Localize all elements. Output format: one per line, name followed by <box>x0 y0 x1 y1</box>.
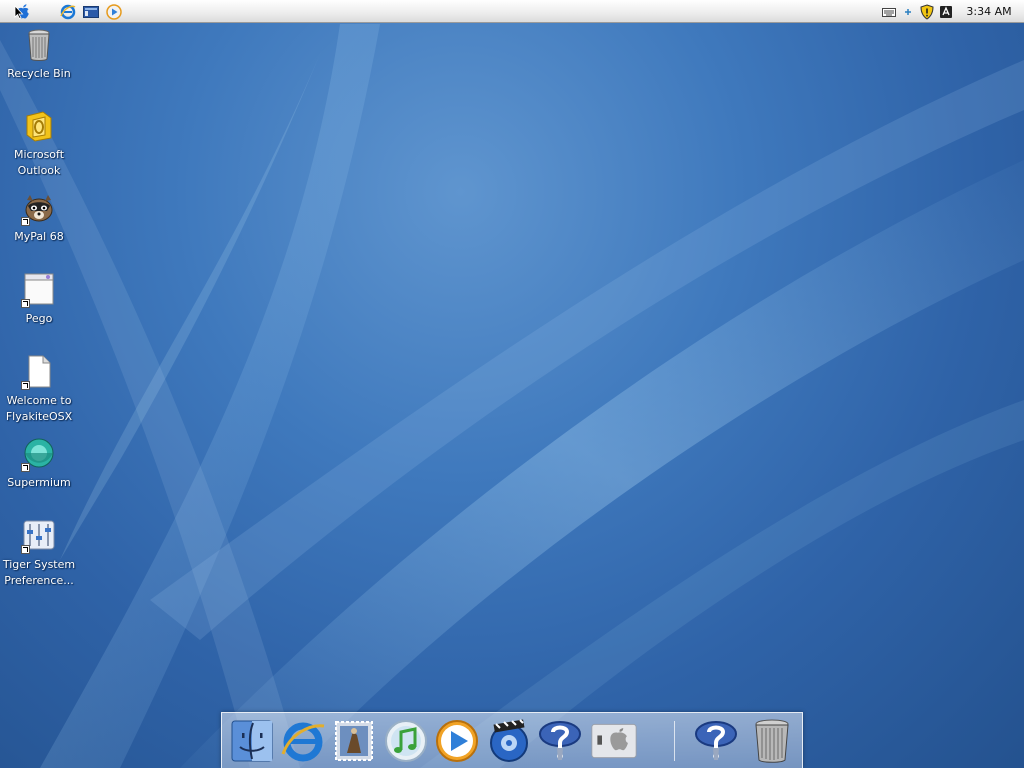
dock-media-player-icon[interactable] <box>433 716 481 766</box>
recycle-bin-icon <box>21 27 57 63</box>
security-shield-icon[interactable] <box>919 3 935 20</box>
outlook-icon <box>21 108 57 144</box>
shortcut-arrow-icon <box>21 545 30 554</box>
dock-mail-stamp-icon[interactable] <box>330 716 378 766</box>
shortcut-arrow-icon <box>21 463 30 472</box>
plus-icon[interactable] <box>900 4 916 20</box>
media-player-icon[interactable] <box>106 3 124 20</box>
document-icon <box>21 354 57 390</box>
desktop-icon-label: MyPal 68 <box>14 230 64 243</box>
system-tray: 3:34 AM <box>878 0 1024 23</box>
dock-trash-icon[interactable] <box>748 716 796 766</box>
dock-help-icon[interactable] <box>536 716 584 766</box>
pego-icon <box>21 272 57 308</box>
dock-system-switch-icon[interactable] <box>590 716 638 766</box>
show-desktop-icon[interactable] <box>83 3 101 20</box>
dock <box>221 712 803 768</box>
supermium-icon <box>21 436 57 472</box>
wallpaper <box>0 24 1024 768</box>
keyboard-icon[interactable] <box>881 4 897 20</box>
shortcut-arrow-icon <box>21 299 30 308</box>
shortcut-arrow-icon <box>21 381 30 390</box>
desktop-icon-pego[interactable]: Pego <box>2 272 76 327</box>
desktop-icon-label: Supermium <box>7 476 71 489</box>
dock-separator <box>674 721 675 761</box>
desktop-icon-label: Pego <box>25 312 53 325</box>
desktop-icon-label: Recycle Bin <box>7 67 71 80</box>
dock-itunes-icon[interactable] <box>382 716 430 766</box>
dock-internet-explorer-icon[interactable] <box>279 716 327 766</box>
language-icon[interactable] <box>938 4 954 20</box>
menu-bar: 3:34 AM <box>0 0 1024 23</box>
desktop-icon-label: Tiger System Preference... <box>2 558 76 587</box>
desktop-icon-label: Microsoft Outlook <box>13 148 65 177</box>
desktop-icon-label: Welcome to FlyakiteOSX <box>5 394 73 423</box>
system-preferences-icon <box>21 518 57 554</box>
desktop-icon-recycle-bin[interactable]: Recycle Bin <box>2 27 76 82</box>
desktop-icon-outlook[interactable]: Microsoft Outlook <box>2 108 76 179</box>
internet-explorer-icon[interactable] <box>60 3 78 20</box>
desktop-icon-mypal[interactable]: MyPal 68 <box>2 190 76 245</box>
dock-finder-icon[interactable] <box>228 716 276 766</box>
desktop: 3:34 AM Recycle Bin Microsoft Outlook My… <box>0 0 1024 768</box>
mypal-icon <box>21 190 57 226</box>
desktop-icon-supermium[interactable]: Supermium <box>2 436 76 491</box>
apple-menu-icon[interactable] <box>14 3 36 20</box>
shortcut-arrow-icon <box>21 217 30 226</box>
clock[interactable]: 3:34 AM <box>954 5 1024 18</box>
dock-help-icon-2[interactable] <box>692 716 740 766</box>
desktop-icon-tiger-system-preferences[interactable]: Tiger System Preference... <box>2 518 76 589</box>
dock-dvd-player-icon[interactable] <box>485 716 533 766</box>
desktop-icon-welcome[interactable]: Welcome to FlyakiteOSX <box>2 354 76 425</box>
